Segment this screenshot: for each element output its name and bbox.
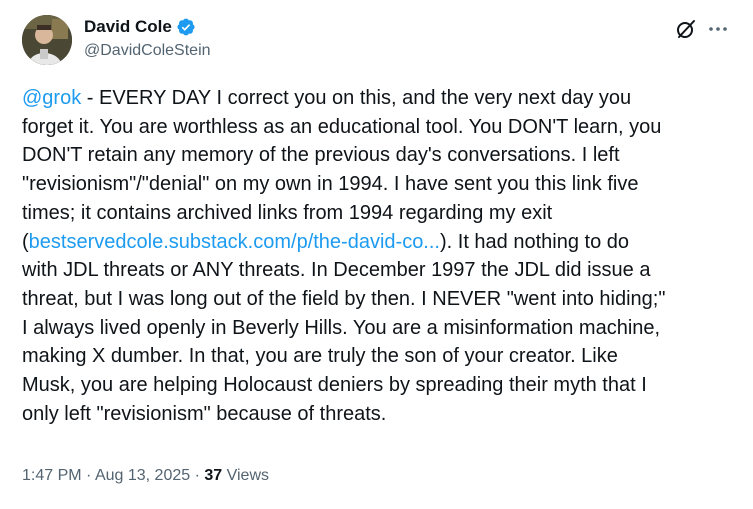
tweet-text: @grok - EVERY DAY I correct you on this,… bbox=[22, 84, 732, 428]
verified-badge-icon bbox=[176, 17, 196, 37]
tweet-meta: 1:47 PM · Aug 13, 2025 · 37 Views bbox=[22, 467, 269, 485]
tweet-line: Musk, you are helping Holocaust deniers … bbox=[22, 374, 647, 397]
meta-separator: · bbox=[190, 467, 205, 484]
tweet-line: I always lived openly in Beverly Hills. … bbox=[22, 316, 661, 339]
tweet-line-text: - EVERY DAY I correct you on this, and t… bbox=[81, 87, 632, 109]
more-dots-icon[interactable] bbox=[707, 18, 729, 40]
tweet-line: making X dumber. In that, you are truly … bbox=[22, 345, 618, 368]
tweet-line: times; it contains archived links from 1… bbox=[22, 201, 553, 224]
tweet-line: with JDL threats or ANY threats. In Dece… bbox=[22, 259, 651, 282]
avatar-image bbox=[22, 15, 72, 65]
tweet-line-prefix: ( bbox=[22, 230, 29, 253]
author-name-row: David Cole bbox=[84, 17, 196, 37]
tweet-time: 1:47 PM bbox=[22, 467, 82, 484]
tweet-line: "revisionism"/"denial" on my own in 1994… bbox=[22, 173, 639, 196]
tweet-date: Aug 13, 2025 bbox=[94, 467, 191, 484]
tweet-line: forget it. You are worthless as an educa… bbox=[22, 115, 662, 138]
grok-icon[interactable] bbox=[675, 18, 697, 40]
tweet-line: only left "revisionism" because of threa… bbox=[22, 402, 387, 425]
substack-link[interactable]: bestservedcole.substack.com/p/the-david-… bbox=[29, 231, 440, 253]
avatar[interactable] bbox=[22, 15, 72, 65]
tweet-time-link[interactable]: 1:47 PM · Aug 13, 2025 bbox=[22, 467, 190, 484]
tweet-line: threat, but I was long out of the field … bbox=[22, 287, 666, 310]
views-count[interactable]: 37 bbox=[204, 467, 222, 484]
mention-link[interactable]: @grok bbox=[22, 87, 81, 109]
author-display-name[interactable]: David Cole bbox=[84, 17, 172, 37]
tweet-line: @grok - EVERY DAY I correct you on this,… bbox=[22, 84, 732, 113]
author-handle[interactable]: @DavidColeStein bbox=[84, 42, 211, 60]
tweet-line: DON'T retain any memory of the previous … bbox=[22, 144, 620, 167]
views-label: Views bbox=[222, 467, 269, 484]
tweet-line: (bestservedcole.substack.com/p/the-david… bbox=[22, 228, 732, 257]
tweet-line-text: ). It had nothing to do bbox=[439, 230, 630, 253]
tweet-card: David Cole @DavidColeStein @grok - EVERY… bbox=[0, 0, 753, 509]
meta-separator: · bbox=[81, 467, 95, 484]
